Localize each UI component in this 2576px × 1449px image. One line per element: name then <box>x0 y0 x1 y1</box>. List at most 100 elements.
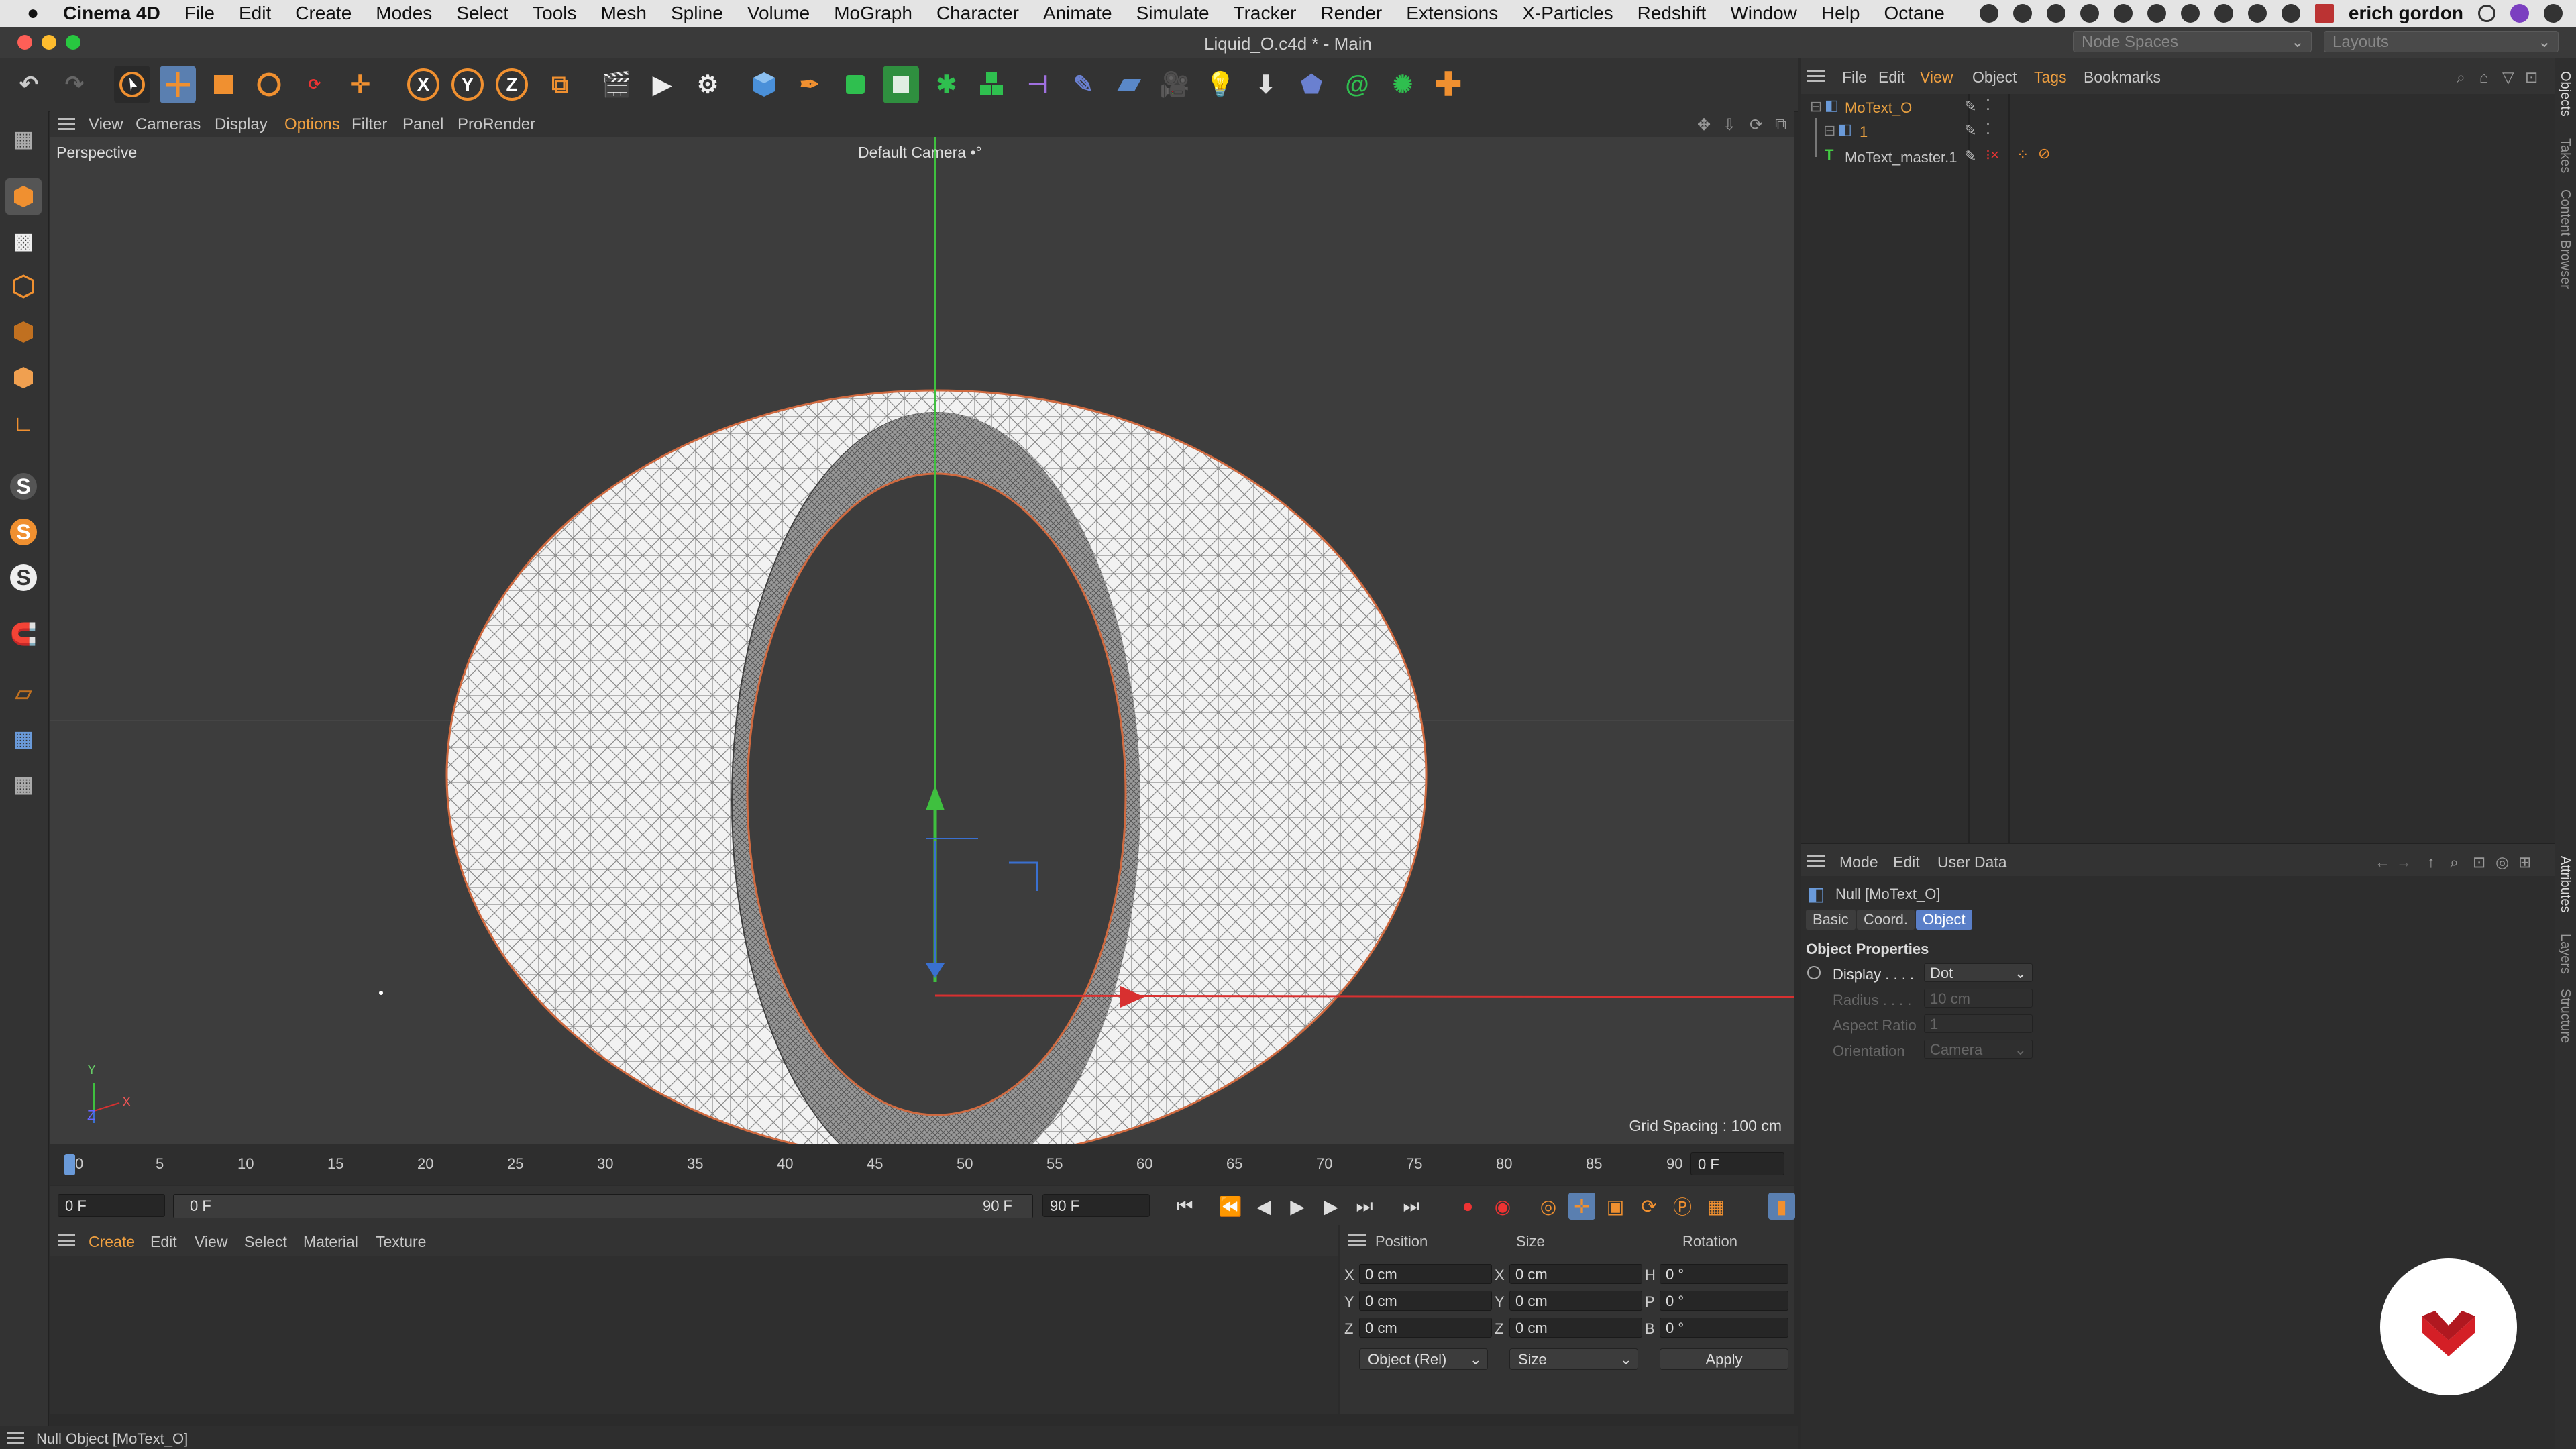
position-y-field[interactable]: 0 cm <box>1359 1291 1492 1311</box>
move-tool-icon[interactable] <box>160 66 196 103</box>
animate-radio-icon[interactable] <box>1807 966 1821 979</box>
size-y-field[interactable]: 0 cm <box>1509 1291 1642 1311</box>
size-x-field[interactable]: 0 cm <box>1509 1264 1642 1284</box>
material-menu-select[interactable]: Select <box>244 1233 287 1251</box>
x-axis-lock-button[interactable]: X <box>405 66 441 103</box>
maximize-view-icon[interactable]: ⧉ <box>1775 115 1786 134</box>
magnet-icon[interactable]: 🧲 <box>5 616 42 652</box>
render-dots-icon[interactable]: ⁚ <box>1986 97 1990 114</box>
bluetooth-icon[interactable] <box>2214 4 2233 23</box>
rotation-p-field[interactable]: 0 ° <box>1660 1291 1788 1311</box>
objects-menu-edit[interactable]: Edit <box>1878 68 1905 87</box>
pla-key-icon[interactable]: ▦ <box>1703 1193 1729 1220</box>
hamburger-icon[interactable] <box>58 1234 75 1246</box>
light-icon[interactable]: 💡 <box>1202 66 1238 103</box>
forward-arrow-icon[interactable]: → <box>2396 853 2412 871</box>
size-mode-dropdown[interactable]: Size ⌄ <box>1509 1348 1638 1370</box>
menu-redshift[interactable]: Redshift <box>1638 3 1707 24</box>
status-icon[interactable] <box>2046 4 2065 23</box>
object-name[interactable]: MoText_O <box>1845 99 1912 117</box>
status-icon[interactable] <box>2180 4 2200 23</box>
end-frame-field[interactable]: 90 F <box>1042 1194 1150 1217</box>
control-center-icon[interactable] <box>2544 4 2563 23</box>
menu-create[interactable]: Create <box>295 3 352 24</box>
objects-menu-view[interactable]: View <box>1920 68 1953 87</box>
lock-icon[interactable]: ⊡ <box>2525 68 2538 87</box>
floor-icon[interactable] <box>1111 66 1147 103</box>
size-z-field[interactable]: 0 cm <box>1509 1318 1642 1338</box>
extrude-generator-icon[interactable] <box>883 66 919 103</box>
menu-modes[interactable]: Modes <box>376 3 432 24</box>
position-key-icon[interactable]: ✛ <box>1568 1193 1595 1220</box>
previous-key-icon[interactable]: ⏪ <box>1217 1193 1244 1220</box>
polygons-mode-icon[interactable] <box>5 360 42 396</box>
menu-window[interactable]: Window <box>1730 3 1797 24</box>
next-key-icon[interactable]: ⏭ <box>1351 1193 1378 1220</box>
material-menu-view[interactable]: View <box>195 1233 227 1251</box>
apply-button[interactable]: Apply <box>1660 1348 1788 1370</box>
viewport-menu-display[interactable]: Display <box>215 115 268 134</box>
collapse-icon[interactable]: ⊟ <box>1810 98 1822 115</box>
hamburger-icon[interactable] <box>1348 1234 1366 1246</box>
attributes-menu-edit[interactable]: Edit <box>1893 853 1920 871</box>
axis-mode-icon[interactable]: ∟ <box>5 405 42 441</box>
3d-viewport[interactable]: Perspective Default Camera •° Grid Spaci… <box>50 137 1794 1144</box>
model-mode-icon[interactable] <box>5 178 42 215</box>
keyframe-selection-icon[interactable]: ◎ <box>1535 1193 1562 1220</box>
side-tab-attributes[interactable]: Attributes <box>2557 856 2573 912</box>
node-spaces-dropdown[interactable]: Node Spaces ⌄ <box>2073 31 2312 52</box>
attributes-menu-mode[interactable]: Mode <box>1839 853 1878 871</box>
up-arrow-icon[interactable]: ↑ <box>2427 853 2435 871</box>
status-icon[interactable] <box>2113 4 2133 23</box>
rotation-key-icon[interactable]: ⟳ <box>1635 1193 1662 1220</box>
dropbox-icon[interactable] <box>2080 4 2099 23</box>
hamburger-icon[interactable] <box>58 118 75 130</box>
y-axis-lock-button[interactable]: Y <box>449 66 486 103</box>
position-z-field[interactable]: 0 cm <box>1359 1318 1492 1338</box>
status-icon[interactable] <box>1979 4 1998 23</box>
viewport-camera-label[interactable]: Default Camera •° <box>858 144 982 162</box>
siri-icon[interactable] <box>2510 4 2529 23</box>
layouts-dropdown[interactable]: Layouts ⌄ <box>2324 31 2559 52</box>
xp-emitter-icon[interactable]: ⬇ <box>1248 66 1284 103</box>
back-arrow-icon[interactable]: ← <box>2375 853 2390 871</box>
autokeying-icon[interactable]: ◉ <box>1489 1193 1516 1220</box>
camera-icon[interactable]: 🎥 <box>1157 66 1193 103</box>
menu-app-name[interactable]: Cinema 4D <box>63 3 160 24</box>
side-tab-takes[interactable]: Takes <box>2557 138 2573 173</box>
flag-icon[interactable] <box>2314 4 2334 23</box>
play-icon[interactable]: ▶ <box>1284 1193 1311 1220</box>
object-name[interactable]: 1 <box>1860 123 1868 141</box>
object-row-motext-master[interactable]: T MoText_master.1 ✎ ⁝× ⁘ ⊘ <box>1801 144 2555 169</box>
material-menu-edit[interactable]: Edit <box>150 1233 177 1251</box>
redo-button[interactable]: ↷ <box>56 66 93 103</box>
home-icon[interactable]: ⌂ <box>2479 68 2489 87</box>
parameter-key-icon[interactable]: Ⓟ <box>1669 1193 1696 1220</box>
undo-button[interactable]: ↶ <box>11 66 47 103</box>
workplane-icon[interactable]: ▱ <box>5 675 42 711</box>
viewport-menu-filter[interactable]: Filter <box>352 115 387 134</box>
attributes-menu-user-data[interactable]: User Data <box>1937 853 2007 871</box>
tag-icon[interactable]: ⊘ <box>2038 145 2050 162</box>
rotate-view-icon[interactable]: ⟳ <box>1750 115 1763 135</box>
menu-tracker[interactable]: Tracker <box>1234 3 1297 24</box>
z-axis-lock-button[interactable]: Z <box>494 66 530 103</box>
objects-menu-bookmarks[interactable]: Bookmarks <box>2084 68 2161 87</box>
snap-settings-icon[interactable]: S <box>5 514 42 550</box>
status-icon[interactable] <box>2012 4 2032 23</box>
lock-icon[interactable]: ⊡ <box>2473 853 2485 871</box>
wifi-icon[interactable] <box>2247 4 2267 23</box>
object-row-1[interactable]: ⊟ ◧ 1 ✎ ⁚ <box>1801 118 2555 144</box>
side-tab-structure[interactable]: Structure <box>2557 989 2573 1043</box>
visibility-toggle-icon[interactable]: ✎ <box>1964 98 1976 115</box>
previous-frame-icon[interactable]: ◀ <box>1250 1193 1277 1220</box>
transform-tool-icon[interactable]: ✛ <box>342 66 378 103</box>
objects-menu-file[interactable]: File <box>1842 68 1867 87</box>
record-keys-icon[interactable]: ● <box>1454 1193 1481 1220</box>
objects-menu-object[interactable]: Object <box>1972 68 2017 87</box>
status-icon[interactable] <box>2147 4 2166 23</box>
xp-settings-icon[interactable]: ✺ <box>1385 66 1421 103</box>
collapse-icon[interactable]: ⊟ <box>1823 122 1835 140</box>
menu-help[interactable]: Help <box>1821 3 1860 24</box>
menu-simulate[interactable]: Simulate <box>1136 3 1210 24</box>
